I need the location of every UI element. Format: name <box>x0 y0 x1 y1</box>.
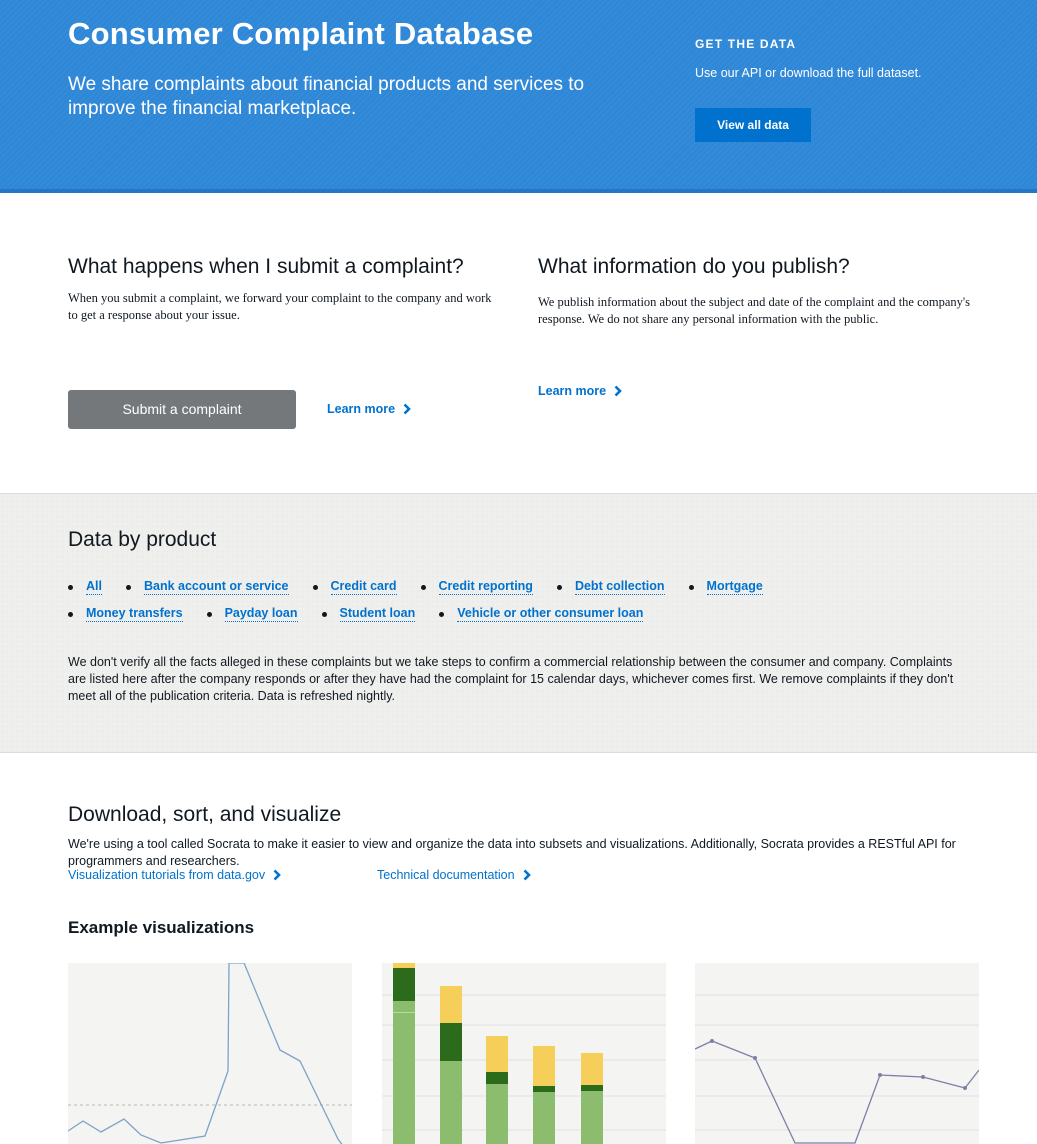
submit-complaint-button[interactable]: Submit a complaint <box>68 390 296 429</box>
publication-disclaimer: We don't verify all the facts alleged in… <box>68 655 954 703</box>
get-data-text: Use our API or download the full dataset… <box>695 66 922 80</box>
product-item-money-transfers[interactable]: Money transfers <box>68 606 183 622</box>
product-item-student-loan[interactable]: Student loan <box>321 606 416 622</box>
hero-subtitle: We share complaints about financial prod… <box>68 74 585 119</box>
example-viz-line-chart[interactable] <box>68 963 352 1144</box>
publish-learn-more-link[interactable]: Learn more <box>538 384 622 398</box>
download-description: We're using a tool called Socrata to mak… <box>68 837 956 868</box>
stacked-bar-thumbnail <box>382 963 666 1144</box>
download-heading: Download, sort, and visualize <box>68 803 342 826</box>
publish-description: We publish information about the subject… <box>538 295 971 326</box>
example-visualizations-heading: Example visualizations <box>68 918 255 937</box>
bullet-icon <box>321 611 327 617</box>
product-link[interactable]: Credit reporting <box>438 579 533 595</box>
line-chart-thumbnail <box>68 963 352 1144</box>
product-item-mortgage[interactable]: Mortgage <box>688 579 763 595</box>
submit-learn-more-label: Learn more <box>327 402 396 416</box>
bullet-icon <box>125 584 131 590</box>
bullet-icon <box>68 584 73 590</box>
chevron-right-icon <box>523 869 531 881</box>
hero-banner: Consumer Complaint Database We share com… <box>0 0 1037 193</box>
product-item-payday-loan[interactable]: Payday loan <box>206 606 298 622</box>
bullet-icon <box>312 584 318 590</box>
product-link[interactable]: Payday loan <box>224 606 298 622</box>
bullet-icon <box>556 584 562 590</box>
product-item-all[interactable]: All <box>68 579 102 595</box>
product-item-vehicle-loan[interactable]: Vehicle or other consumer loan <box>439 606 644 622</box>
product-row: All Bank account or service Credit card … <box>68 577 968 597</box>
submit-description: When you submit a complaint, we forward … <box>68 291 492 322</box>
submit-heading: What happens when I submit a complaint? <box>68 255 464 278</box>
product-link[interactable]: Vehicle or other consumer loan <box>457 606 644 622</box>
publish-info-column: What information do you publish? We publ… <box>538 254 978 328</box>
product-item-bank-account[interactable]: Bank account or service <box>125 579 289 595</box>
product-row: Money transfers Payday loan Student loan… <box>68 604 968 624</box>
submit-info-column: What happens when I submit a complaint? … <box>68 254 493 324</box>
chevron-right-icon <box>403 403 411 415</box>
publish-learn-more-label: Learn more <box>538 384 607 398</box>
technical-docs-link[interactable]: Technical documentation <box>377 868 531 882</box>
page-title: Consumer Complaint Database <box>68 16 534 51</box>
get-data-heading: GET THE DATA <box>695 37 797 51</box>
bullet-icon <box>420 584 426 590</box>
bullet-icon <box>68 611 73 617</box>
product-link[interactable]: Student loan <box>339 606 416 622</box>
bullet-icon <box>688 584 694 590</box>
tutorials-link[interactable]: Visualization tutorials from data.gov <box>68 868 281 882</box>
product-item-credit-reporting[interactable]: Credit reporting <box>420 579 533 595</box>
example-viz-trend-line-chart[interactable] <box>695 963 979 1144</box>
product-item-debt-collection[interactable]: Debt collection <box>556 579 665 595</box>
submit-learn-more-link[interactable]: Learn more <box>327 402 411 416</box>
publish-heading: What information do you publish? <box>538 255 850 278</box>
product-heading: Data by product <box>68 528 217 551</box>
chevron-right-icon <box>273 869 281 881</box>
tutorials-link-label: Visualization tutorials from data.gov <box>68 868 266 882</box>
product-link-list: All Bank account or service Credit card … <box>68 577 968 631</box>
chevron-right-icon <box>614 385 622 397</box>
product-link[interactable]: Money transfers <box>86 606 183 622</box>
example-viz-stacked-bar-chart[interactable] <box>382 963 666 1144</box>
product-link[interactable]: Bank account or service <box>143 579 289 595</box>
bullet-icon <box>206 611 212 617</box>
bullet-icon <box>439 611 445 617</box>
trend-line-thumbnail <box>695 994 979 1144</box>
view-all-data-button[interactable]: View all data <box>695 108 811 142</box>
product-link[interactable]: Credit card <box>330 579 397 595</box>
product-item-credit-card[interactable]: Credit card <box>312 579 397 595</box>
product-link[interactable]: Mortgage <box>706 579 763 595</box>
technical-docs-link-label: Technical documentation <box>377 868 515 882</box>
product-link[interactable]: All <box>86 579 102 595</box>
product-link[interactable]: Debt collection <box>574 579 665 595</box>
